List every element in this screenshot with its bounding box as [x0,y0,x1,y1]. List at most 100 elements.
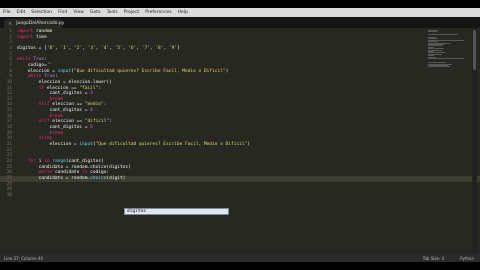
menu-project[interactable]: Project [124,10,139,15]
editor-window: File Edit Selection Find View Goto Tools Projec… [0,8,480,262]
code-token: while [27,74,42,80]
code-token: cant_digitos = [17,91,91,97]
scroll-thumb[interactable] [473,30,476,70]
code-token: "Que dificultad quieres? Escribe Facil, … [95,142,248,147]
code-editor[interactable]: 1 2 3 4 5 6 7 8 9 10 11 12 13 14 15 16 17 18 19 20 21 22 23 24 2… [0,28,480,254]
code-line[interactable]: import time [17,35,47,41]
code-line[interactable]: candidato = random.choice(digit) [17,175,126,182]
status-tab-size[interactable]: Tab Size: 4 [423,256,444,261]
menu-edit[interactable]: Edit [17,10,26,15]
line-number: 30 [6,192,12,198]
code-token: "dificil" [84,119,110,125]
code-token: eleccion == [44,85,80,91]
code-token: True [33,57,45,63]
autocomplete-popup[interactable]: digitos [124,208,229,215]
code-token: input [79,142,93,147]
code-token: "Que dificultad quieres? Escribe Facil, … [73,68,226,74]
status-bar: Line 27, Column 44 Tab Size: 4 Python [0,254,480,262]
code-token: 3 [90,91,93,97]
minimap-line [428,66,450,68]
minimap-line [428,34,458,36]
minimap[interactable] [428,30,468,70]
code-token: eleccion = [17,68,58,74]
code-token: break [49,130,64,136]
code-token: : [44,57,47,63]
code-token: : [103,102,107,108]
code-token: candidato [52,170,83,176]
code-token: time [33,34,47,40]
code-token: while [38,170,53,176]
status-syntax[interactable]: Python [460,256,474,261]
code-token: '1' [60,45,69,51]
code-token: ] [177,45,180,51]
menu-selection[interactable]: Selection [31,10,52,15]
code-token: eleccion == [49,119,85,125]
code-line[interactable]: digitos = ['0', '1', '2', '3', '4', '5',… [17,46,180,52]
line-number-gutter: 1 2 3 4 5 6 7 8 9 10 11 12 13 14 15 16 17 18 19 20 21 22 23 24 2… [0,28,14,254]
menu-tools[interactable]: Tools [107,10,118,15]
code-token: (cant_digitos) [65,158,104,164]
code-token: '2' [73,45,83,51]
code-token: i [35,158,45,164]
code-token: input [57,68,72,74]
file-tab[interactable]: × JuegoDelAhorcado.py [4,19,65,28]
code-token: cant_digitos = [17,108,91,114]
code-token: eleccion == [49,102,85,108]
code-token: choice [90,175,107,181]
code-token: 5 [90,125,93,131]
code-token: cant_digitos = [17,125,91,131]
code-token: '3' [87,45,96,51]
menu-goto[interactable]: Goto [90,10,101,15]
code-token: '0' [46,45,55,51]
code-token: 4 [90,108,93,114]
code-token: digitos = [ [17,45,47,51]
code-token: random [33,29,53,34]
code-token: while [17,57,31,63]
code-token: range [52,158,66,164]
code-token: '4' [101,45,110,51]
vertical-scrollbar[interactable] [472,28,477,254]
code-token: "facil" [79,85,99,91]
code-token: ) [247,142,251,147]
tab-bar: × JuegoDelAhorcado.py [0,17,480,28]
minimap-line [428,31,437,33]
code-token: ) [225,68,229,74]
menu-file[interactable]: File [3,10,11,15]
tab-title: JuegoDelAhorcado.py [16,21,65,26]
code-token: '7' [141,45,150,51]
code-token: '' [46,62,53,68]
autocomplete-item[interactable]: digitos [127,209,146,215]
menu-help[interactable]: Help [178,10,188,15]
code-token: eleccion = [17,142,80,147]
code-token: : [98,85,102,91]
menu-find[interactable]: Find [58,10,67,15]
code-token: : [54,74,58,80]
code-token: import [17,29,34,34]
code-token: : [49,136,53,142]
code-token: "medio" [84,102,104,108]
code-line[interactable]: eleccion = input("Que dificultad quieres… [17,142,251,148]
menu-view[interactable]: View [73,10,84,15]
code-token: candidato = random. [17,175,91,181]
code-token: elif [38,102,50,108]
code-token: eleccion = eleccion.lower() [17,79,112,85]
status-position: Line 27, Column 44 [4,255,43,261]
code-token: else [38,136,50,142]
code-token: True [44,74,55,80]
code-token: import [17,34,34,40]
code-token: codigo: [87,170,110,176]
menu-preferences[interactable]: Preferences [145,10,171,15]
code-token: '5' [114,45,123,51]
code-token: '9' [168,45,178,51]
close-tab-icon[interactable]: × [8,21,12,27]
code-token: break [49,113,64,119]
